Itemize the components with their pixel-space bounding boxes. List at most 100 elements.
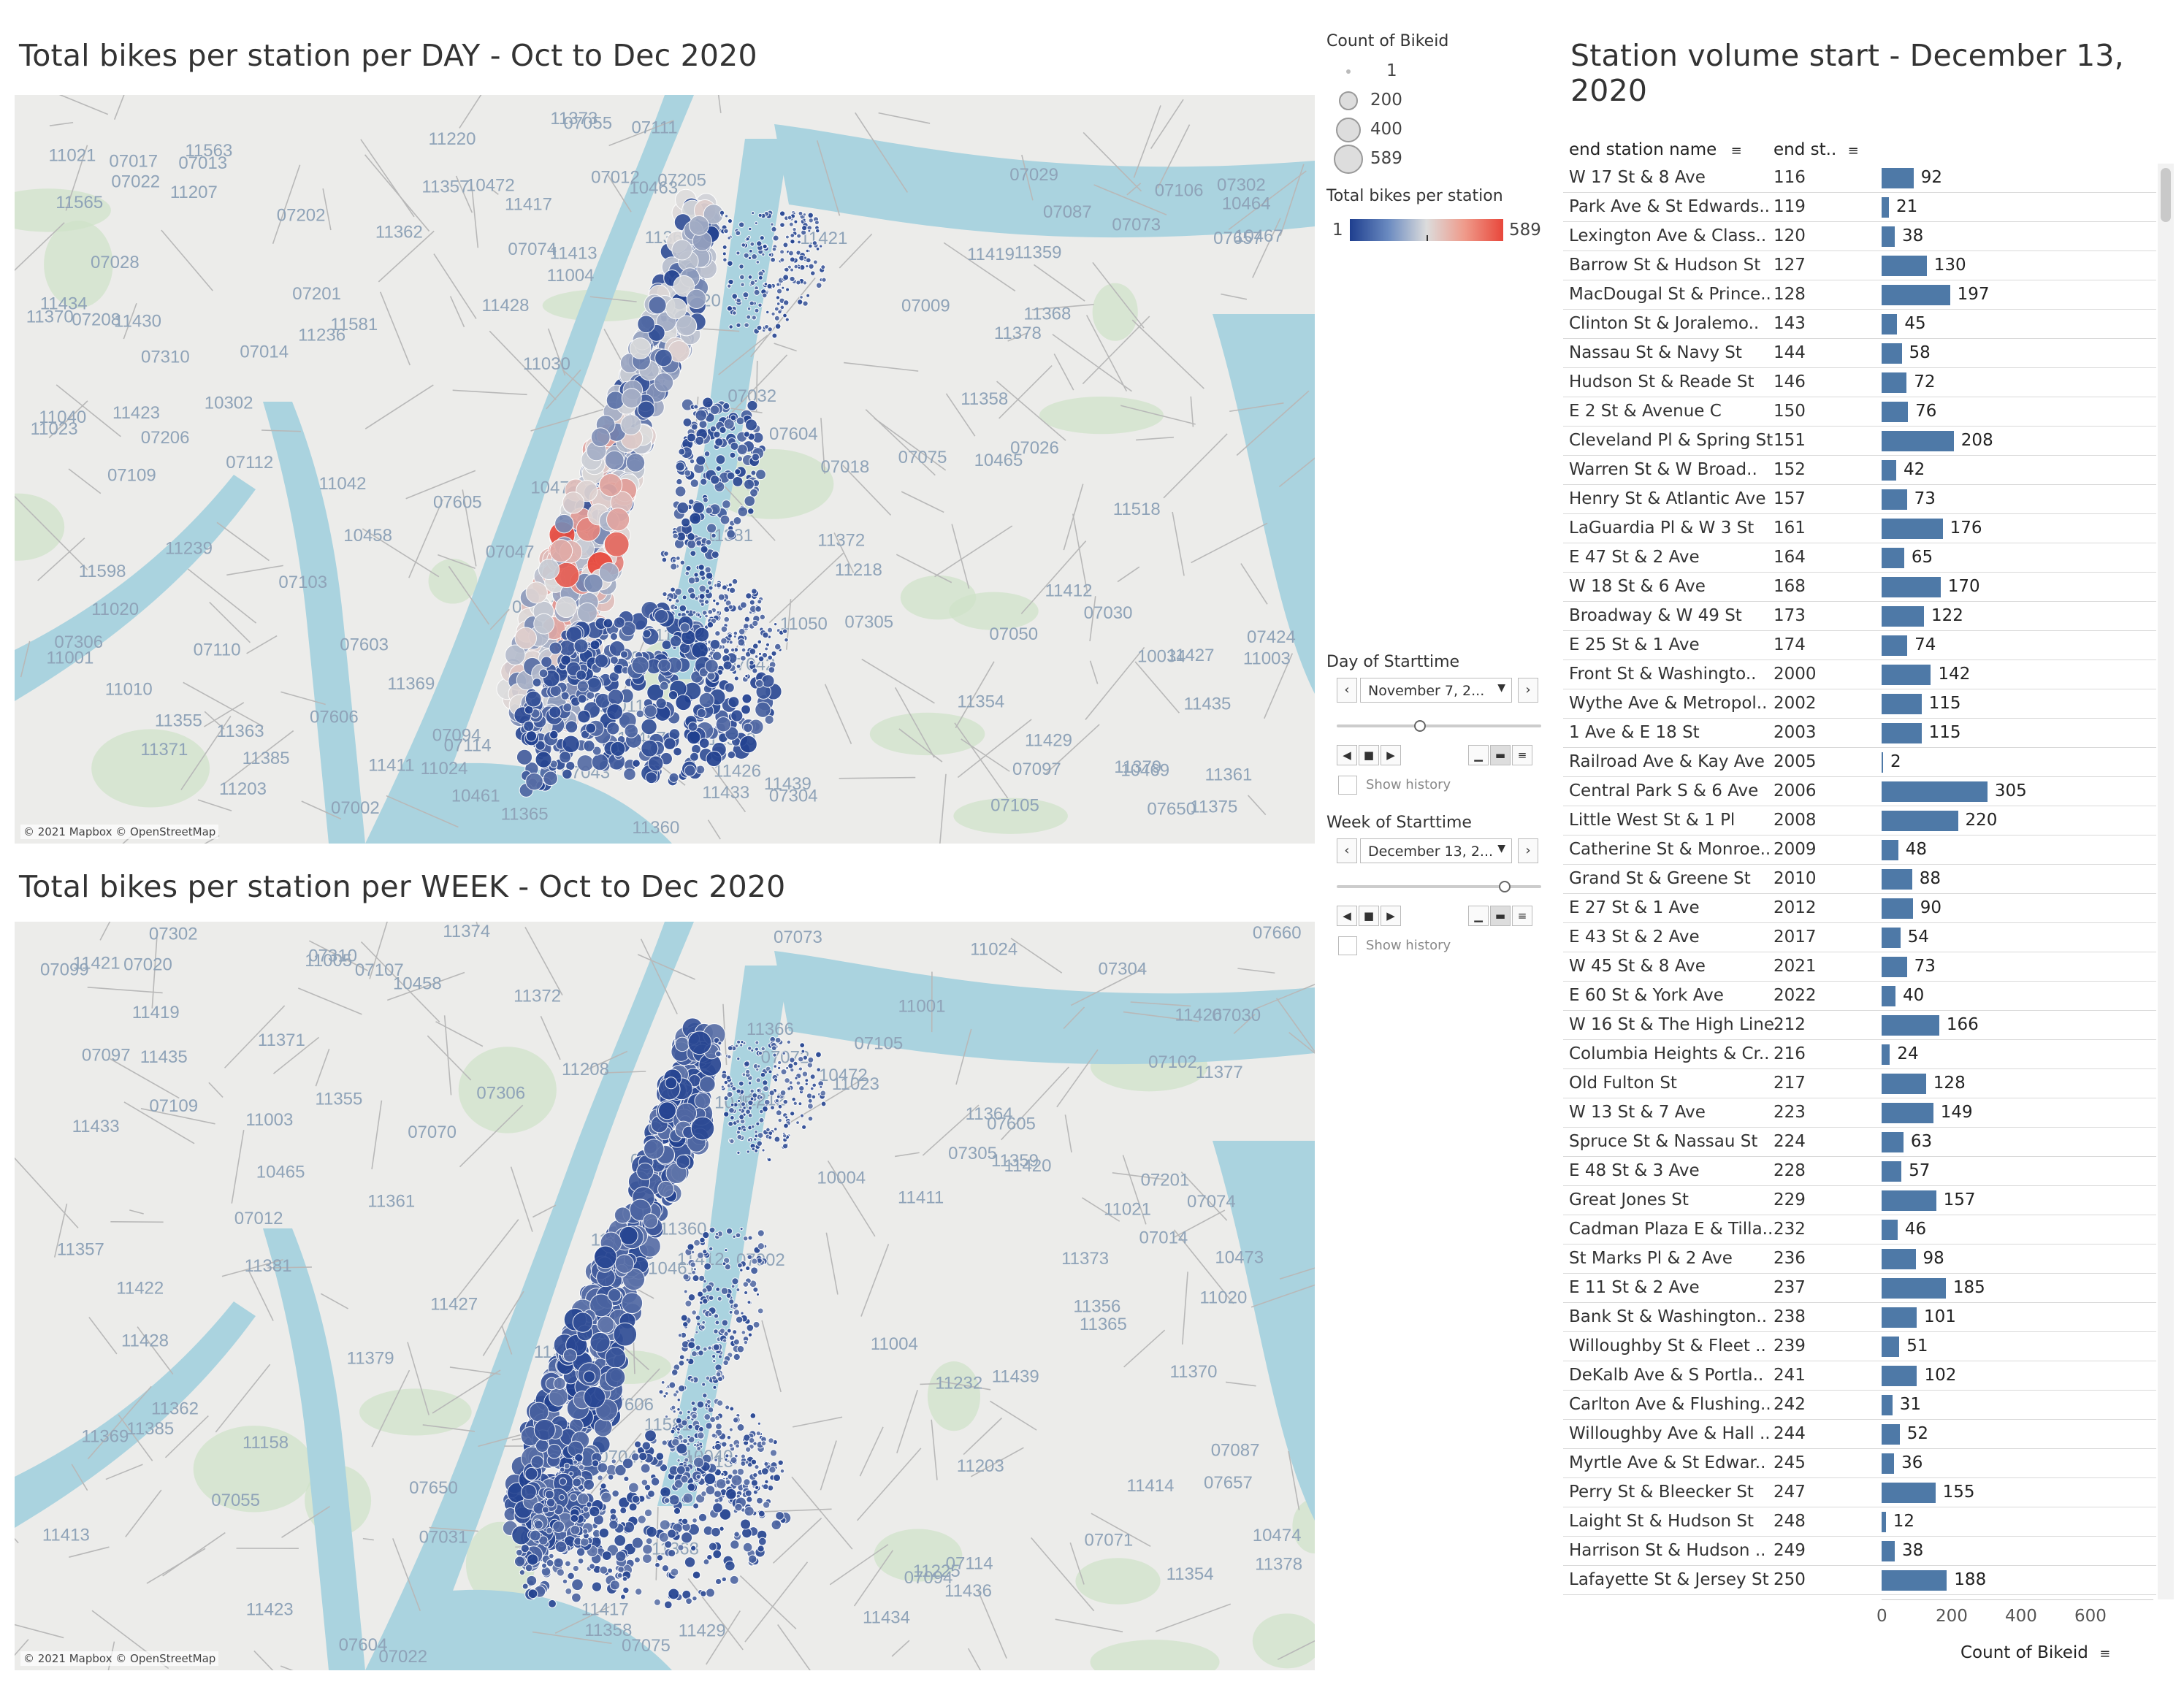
table-row[interactable]: Harrison St & Hudson .. 249 38 bbox=[1563, 1537, 2156, 1566]
table-row[interactable]: Nassau St & Navy St 144 58 bbox=[1563, 339, 2156, 368]
bar[interactable] bbox=[1882, 431, 1954, 451]
bar[interactable] bbox=[1882, 285, 1950, 305]
table-row[interactable]: St Marks Pl & 2 Ave 236 98 bbox=[1563, 1244, 2156, 1274]
day-speed-slow-button[interactable]: ▁ bbox=[1468, 745, 1489, 765]
day-play-forward-button[interactable]: ▶ bbox=[1381, 745, 1401, 765]
bar[interactable] bbox=[1882, 898, 1913, 919]
sort-icon[interactable]: ≡ bbox=[1848, 143, 1859, 158]
column-header-station-name[interactable]: end station name ≡ bbox=[1569, 140, 1742, 159]
week-map-canvas[interactable]: 0760407605104580705507075076060766010040… bbox=[15, 922, 1315, 1670]
table-row[interactable]: Willoughby St & Fleet .. 239 51 bbox=[1563, 1332, 2156, 1361]
table-row[interactable]: E 43 St & 2 Ave 2017 54 bbox=[1563, 923, 2156, 952]
bar[interactable] bbox=[1882, 1278, 1946, 1299]
bar[interactable] bbox=[1882, 957, 1907, 977]
table-row[interactable]: Catherine St & Monroe.. 2009 48 bbox=[1563, 836, 2156, 865]
week-speed-slow-button[interactable]: ▁ bbox=[1468, 906, 1489, 926]
table-row[interactable]: Bank St & Washington.. 238 101 bbox=[1563, 1303, 2156, 1332]
table-row[interactable]: Willoughby Ave & Hall .. 244 52 bbox=[1563, 1420, 2156, 1449]
bar[interactable] bbox=[1882, 1366, 1917, 1386]
bar[interactable] bbox=[1882, 197, 1889, 218]
bar[interactable] bbox=[1882, 168, 1914, 188]
day-map[interactable]: 0742407011070260760310463104670701307604… bbox=[15, 95, 1315, 844]
bar[interactable] bbox=[1882, 402, 1909, 422]
day-next-button[interactable]: › bbox=[1518, 678, 1538, 703]
bar[interactable] bbox=[1882, 548, 1904, 568]
table-row[interactable]: E 60 St & York Ave 2022 40 bbox=[1563, 982, 2156, 1011]
week-dropdown[interactable]: December 13, 2... ▼ bbox=[1360, 838, 1512, 863]
bar[interactable] bbox=[1882, 1103, 1933, 1123]
bar[interactable] bbox=[1882, 1161, 1902, 1182]
table-row[interactable]: Park Ave & St Edwards.. 119 21 bbox=[1563, 193, 2156, 222]
bar[interactable] bbox=[1882, 1307, 1917, 1328]
day-slider-track[interactable] bbox=[1337, 724, 1541, 727]
table-row[interactable]: Wythe Ave & Metropol.. 2002 115 bbox=[1563, 689, 2156, 719]
bar[interactable] bbox=[1882, 1395, 1893, 1415]
table-row[interactable]: E 11 St & 2 Ave 237 185 bbox=[1563, 1274, 2156, 1303]
table-row[interactable]: MacDougal St & Prince.. 128 197 bbox=[1563, 280, 2156, 310]
bar[interactable] bbox=[1882, 372, 1907, 393]
day-play-back-button[interactable]: ◀ bbox=[1337, 745, 1357, 765]
table-scrollbar-thumb[interactable] bbox=[2161, 168, 2171, 222]
bar[interactable] bbox=[1882, 694, 1922, 714]
table-row[interactable]: E 47 St & 2 Ave 164 65 bbox=[1563, 543, 2156, 573]
table-row[interactable]: E 25 St & 1 Ave 174 74 bbox=[1563, 631, 2156, 660]
table-row[interactable]: Perry St & Bleecker St 247 155 bbox=[1563, 1478, 2156, 1507]
week-next-button[interactable]: › bbox=[1518, 838, 1538, 863]
week-speed-medium-button[interactable]: ▬ bbox=[1490, 906, 1511, 926]
table-row[interactable]: W 45 St & 8 Ave 2021 73 bbox=[1563, 952, 2156, 982]
bar[interactable] bbox=[1882, 314, 1898, 334]
bar[interactable] bbox=[1882, 1044, 1890, 1065]
bar[interactable] bbox=[1882, 1337, 1900, 1357]
day-slider-knob[interactable] bbox=[1414, 720, 1426, 732]
table-row[interactable]: W 13 St & 7 Ave 223 149 bbox=[1563, 1098, 2156, 1128]
bar[interactable] bbox=[1882, 869, 1912, 890]
table-row[interactable]: Grand St & Greene St 2010 88 bbox=[1563, 865, 2156, 894]
column-header-station-id[interactable]: end st.. ≡ bbox=[1773, 140, 1859, 159]
bar[interactable] bbox=[1882, 606, 1924, 627]
bar[interactable] bbox=[1882, 1132, 1904, 1152]
table-row[interactable]: Little West St & 1 Pl 2008 220 bbox=[1563, 806, 2156, 836]
bar[interactable] bbox=[1882, 1074, 1926, 1094]
table-row[interactable]: Cadman Plaza E & Tilla.. 232 46 bbox=[1563, 1215, 2156, 1244]
table-row[interactable]: W 18 St & 6 Ave 168 170 bbox=[1563, 573, 2156, 602]
station-volume-table[interactable]: W 17 St & 8 Ave 116 92 Park Ave & St Edward… bbox=[1563, 164, 2156, 1599]
bar[interactable] bbox=[1882, 1249, 1916, 1269]
table-row[interactable]: DeKalb Ave & S Portla.. 241 102 bbox=[1563, 1361, 2156, 1391]
week-speed-fast-button[interactable]: ≡ bbox=[1512, 906, 1532, 926]
table-row[interactable]: Clinton St & Joralemo.. 143 45 bbox=[1563, 310, 2156, 339]
bar[interactable] bbox=[1882, 1220, 1898, 1240]
bar[interactable] bbox=[1882, 1512, 1886, 1532]
bar[interactable] bbox=[1882, 1483, 1936, 1503]
table-row[interactable]: Lexington Ave & Class.. 120 38 bbox=[1563, 222, 2156, 251]
day-map-canvas[interactable]: 0742407011070260760310463104670701307604… bbox=[15, 95, 1315, 844]
day-play-stop-button[interactable]: ■ bbox=[1359, 745, 1379, 765]
bar[interactable] bbox=[1882, 1424, 1900, 1445]
bar[interactable] bbox=[1882, 665, 1931, 685]
bar[interactable] bbox=[1882, 1570, 1947, 1591]
bar[interactable] bbox=[1882, 986, 1895, 1006]
bar[interactable] bbox=[1882, 256, 1927, 276]
table-row[interactable]: Columbia Heights & Cr.. 216 24 bbox=[1563, 1040, 2156, 1069]
bar[interactable] bbox=[1882, 781, 1988, 802]
week-slider-knob[interactable] bbox=[1499, 881, 1511, 892]
day-prev-button[interactable]: ‹ bbox=[1337, 678, 1357, 703]
bar[interactable] bbox=[1882, 226, 1895, 247]
bar[interactable] bbox=[1882, 1453, 1895, 1474]
bar[interactable] bbox=[1882, 840, 1898, 860]
table-row[interactable]: Warren St & W Broad.. 152 42 bbox=[1563, 456, 2156, 485]
bar[interactable] bbox=[1882, 519, 1943, 539]
table-row[interactable]: E 48 St & 3 Ave 228 57 bbox=[1563, 1157, 2156, 1186]
week-prev-button[interactable]: ‹ bbox=[1337, 838, 1357, 863]
table-row[interactable]: Lafayette St & Jersey St 250 188 bbox=[1563, 1566, 2156, 1595]
bar[interactable] bbox=[1882, 811, 1958, 831]
week-play-stop-button[interactable]: ■ bbox=[1359, 906, 1379, 926]
table-row[interactable]: Myrtle Ave & St Edwar.. 245 36 bbox=[1563, 1449, 2156, 1478]
bar[interactable] bbox=[1882, 635, 1908, 656]
table-row[interactable]: Front St & Washingto.. 2000 142 bbox=[1563, 660, 2156, 689]
table-row[interactable]: Old Fulton St 217 128 bbox=[1563, 1069, 2156, 1098]
bar[interactable] bbox=[1882, 752, 1883, 773]
table-row[interactable]: Henry St & Atlantic Ave 157 73 bbox=[1563, 485, 2156, 514]
table-row[interactable]: Carlton Ave & Flushing.. 242 31 bbox=[1563, 1391, 2156, 1420]
bar[interactable] bbox=[1882, 460, 1896, 481]
day-speed-fast-button[interactable]: ≡ bbox=[1512, 745, 1532, 765]
